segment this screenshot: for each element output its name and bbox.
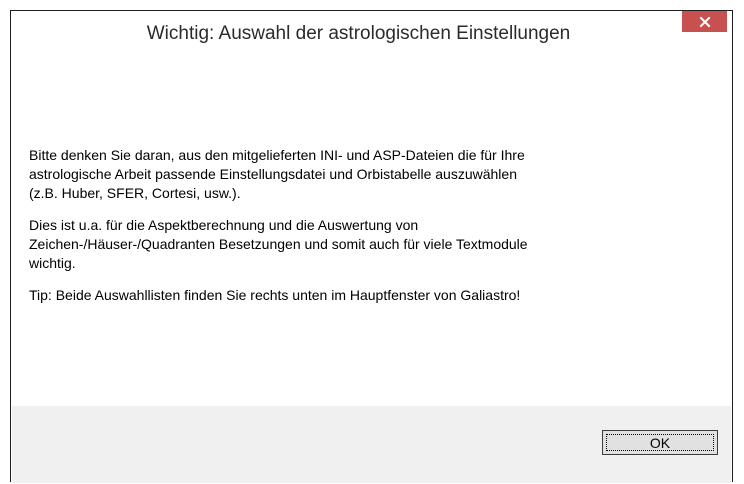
- dialog-body: Bitte denken Sie daran, aus den mitgelie…: [12, 56, 731, 406]
- message-paragraph-2: Dies ist u.a. für die Aspektberechnung u…: [29, 217, 528, 271]
- button-bar: OK: [12, 406, 731, 483]
- title-bar[interactable]: Wichtig: Auswahl der astrologischen Eins…: [11, 11, 732, 56]
- message-paragraph-1: Bitte denken Sie daran, aus den mitgelie…: [29, 147, 525, 201]
- ok-button[interactable]: OK: [602, 430, 718, 455]
- close-button[interactable]: [682, 11, 727, 32]
- dialog-window: Wichtig: Auswahl der astrologischen Eins…: [10, 10, 733, 483]
- window-title: Wichtig: Auswahl der astrologischen Eins…: [146, 23, 571, 44]
- message-paragraph-3: Tip: Beide Auswahllisten finden Sie rech…: [29, 287, 521, 303]
- close-icon: [699, 16, 710, 27]
- ok-button-label: OK: [649, 434, 671, 451]
- message-text: Bitte denken Sie daran, aus den mitgelie…: [29, 146, 709, 318]
